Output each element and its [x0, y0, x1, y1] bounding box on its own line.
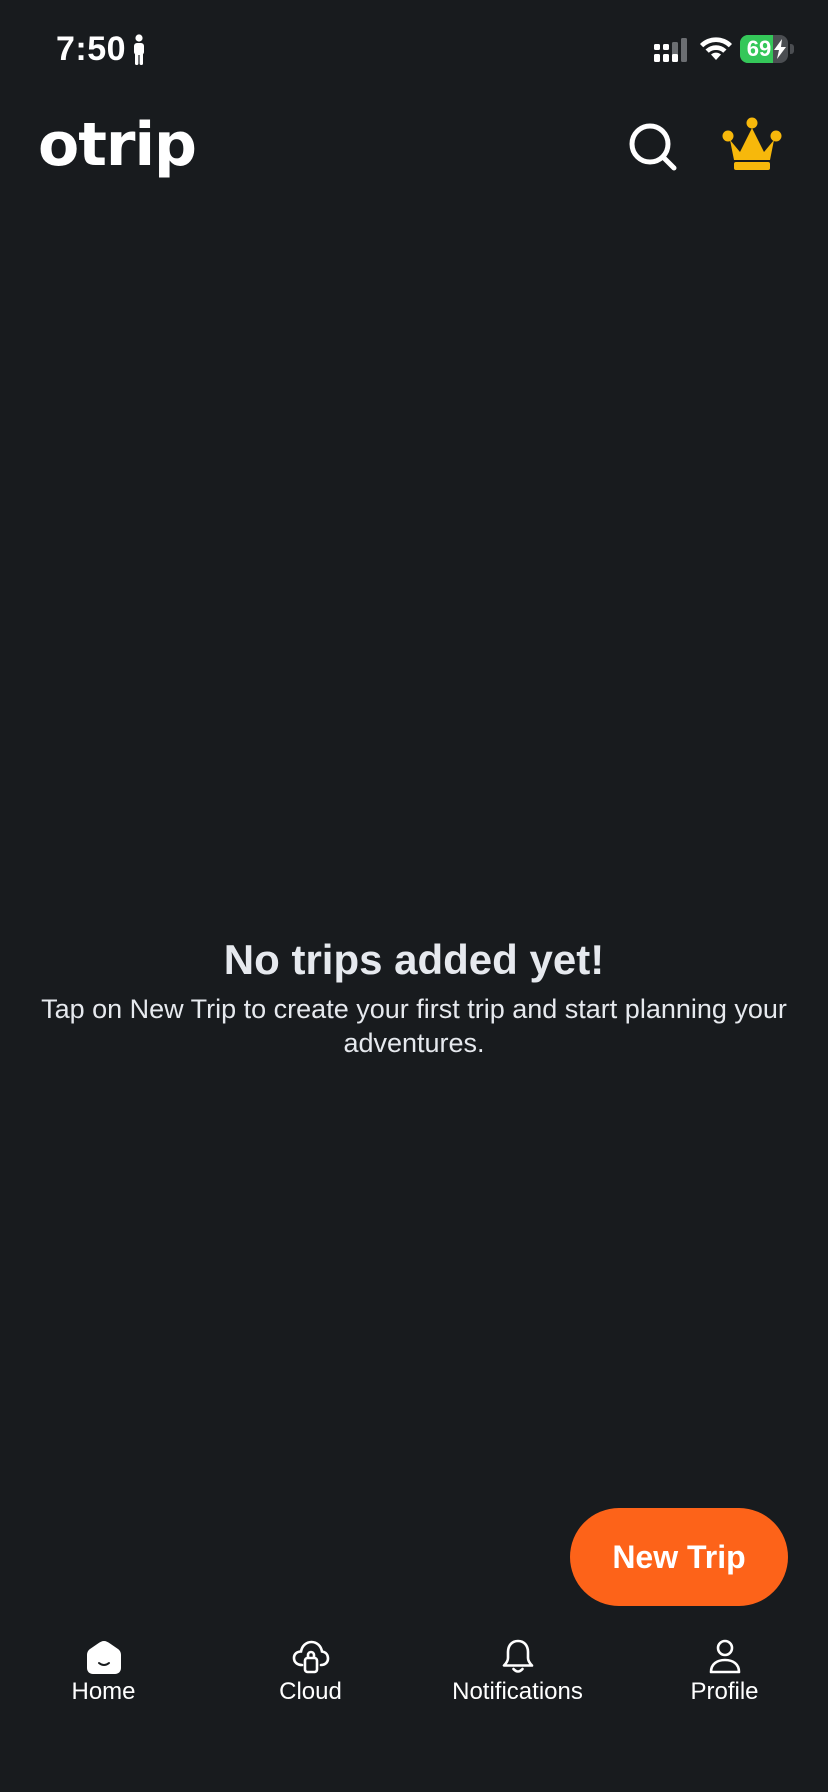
- app-header: otrip: [0, 100, 828, 200]
- person-icon: [709, 1639, 741, 1674]
- battery-indicator: 69: [740, 35, 794, 63]
- search-icon[interactable]: [624, 118, 680, 174]
- person-walking-icon: [134, 34, 144, 65]
- empty-state-title: No trips added yet!: [223, 936, 605, 983]
- tab-label: Notifications: [452, 1678, 583, 1705]
- tab-profile[interactable]: Profile: [621, 1630, 828, 1730]
- tab-home[interactable]: Home: [0, 1630, 207, 1730]
- bottom-tab-bar: Home Cloud Notifications Profile: [0, 1630, 828, 1730]
- empty-state: No trips added yet! Tap on New Trip to c…: [0, 930, 828, 1060]
- bell-icon: [502, 1639, 534, 1673]
- tab-label: Home: [71, 1678, 136, 1705]
- charging-bolt-icon: [774, 39, 786, 59]
- tab-label: Profile: [690, 1678, 759, 1705]
- app-logo: otrip: [38, 110, 197, 180]
- tab-label: Cloud: [279, 1678, 342, 1705]
- cloud-icon: [292, 1640, 330, 1674]
- status-time: 7:50: [56, 30, 127, 68]
- wifi-icon: [700, 37, 732, 60]
- crown-icon[interactable]: [722, 116, 782, 174]
- new-trip-button[interactable]: New Trip: [570, 1508, 788, 1606]
- status-bar: 7:50 69: [0, 0, 828, 100]
- home-icon: [87, 1641, 121, 1674]
- tab-cloud[interactable]: Cloud: [207, 1630, 414, 1730]
- tab-notifications[interactable]: Notifications: [414, 1630, 621, 1730]
- empty-state-subtitle: Tap on New Trip to create your first tri…: [41, 994, 787, 1058]
- cellular-signal-icon: [654, 38, 687, 62]
